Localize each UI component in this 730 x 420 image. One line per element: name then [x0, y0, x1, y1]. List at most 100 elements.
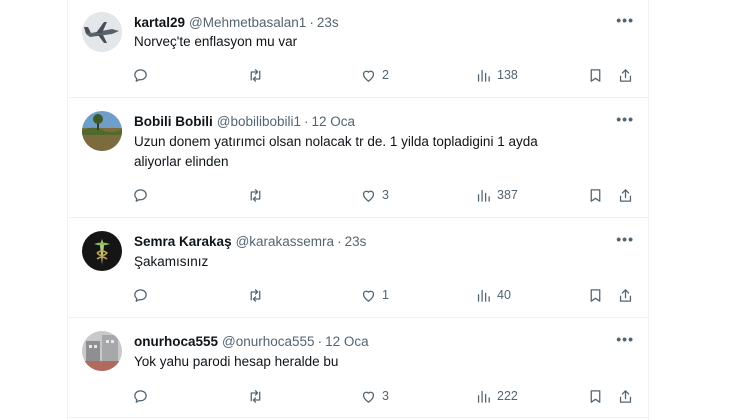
like-count: 1 — [382, 288, 389, 302]
like-count: 3 — [382, 188, 389, 202]
like-button[interactable]: 2 — [360, 63, 389, 87]
views-count: 138 — [497, 68, 518, 82]
timestamp[interactable]: 12 Oca — [325, 334, 369, 349]
tweet-item[interactable]: Bobili Bobili @bobilibobili1 · 12 Oca ••… — [68, 98, 648, 218]
retweet-button[interactable] — [247, 384, 269, 408]
tweet-header: onurhoca555 @onurhoca555 · 12 Oca ••• — [134, 331, 634, 351]
tweet-actions: 3 387 — [132, 183, 636, 207]
heart-icon — [362, 290, 375, 302]
avatar-image-landscape — [82, 111, 122, 151]
reply-button[interactable] — [132, 384, 154, 408]
bookmark-button[interactable] — [587, 384, 604, 408]
avatar-image-jet — [82, 12, 122, 52]
avatar-image-building — [82, 331, 122, 371]
more-options-icon[interactable]: ••• — [616, 111, 634, 127]
tweet-header: kartal29 @Mehmetbasalan1 · 23s ••• — [134, 12, 634, 32]
tweet-item[interactable]: Semra Karakaş @karakassemra · 23s ••• Şa… — [68, 218, 648, 318]
tweet-text-line: Uzun donem yatırımci olsan nolacak tr de… — [134, 134, 538, 149]
display-name[interactable]: onurhoca555 — [134, 334, 218, 349]
heart-icon — [362, 190, 375, 202]
more-options-icon[interactable]: ••• — [616, 331, 634, 347]
heart-icon — [362, 391, 375, 403]
reply-button[interactable] — [132, 283, 154, 307]
bookmark-button[interactable] — [587, 63, 604, 87]
display-name[interactable]: Bobili Bobili — [134, 114, 213, 129]
share-icon — [619, 68, 632, 82]
user-handle[interactable]: @Mehmetbasalan1 — [189, 15, 306, 30]
display-name[interactable]: Semra Karakaş — [134, 234, 232, 249]
share-icon — [619, 288, 632, 302]
retweet-icon — [250, 188, 261, 202]
share-button[interactable] — [617, 384, 634, 408]
tweet-text: Yok yahu parodi hesap heralde bu — [134, 352, 624, 372]
reply-icon — [134, 188, 147, 202]
user-handle[interactable]: @onurhoca555 — [222, 334, 315, 349]
retweet-button[interactable] — [247, 183, 269, 207]
tweet-text: Norveç'te enflasyon mu var — [134, 32, 624, 52]
views-button[interactable]: 222 — [475, 384, 518, 408]
bookmark-icon — [590, 188, 601, 202]
separator-dot: · — [304, 113, 309, 129]
like-count: 3 — [382, 389, 389, 403]
avatar[interactable] — [82, 331, 122, 371]
reply-icon — [134, 288, 147, 302]
bookmark-button[interactable] — [587, 283, 604, 307]
retweet-button[interactable] — [247, 63, 269, 87]
heart-icon — [362, 70, 375, 82]
views-count: 222 — [497, 389, 518, 403]
bookmark-icon — [590, 389, 601, 403]
views-count: 40 — [497, 288, 511, 302]
tweet-text-line: Yok yahu parodi hesap heralde bu — [134, 354, 339, 369]
tweet-text: Uzun donem yatırımci olsan nolacak tr de… — [134, 132, 624, 172]
tweet-actions: 2 138 — [132, 63, 636, 87]
tweet-text: Şakamısınız — [134, 252, 624, 272]
reply-icon — [134, 68, 147, 82]
timestamp[interactable]: 12 Oca — [312, 114, 356, 129]
tweet-item[interactable]: onurhoca555 @onurhoca555 · 12 Oca ••• Yo… — [68, 318, 648, 418]
tweet-item[interactable]: kartal29 @Mehmetbasalan1 · 23s ••• Norve… — [68, 0, 648, 98]
like-button[interactable]: 3 — [360, 384, 389, 408]
share-button[interactable] — [617, 63, 634, 87]
views-button[interactable]: 387 — [475, 183, 518, 207]
tweet-header: Semra Karakaş @karakassemra · 23s ••• — [134, 231, 634, 251]
tweet-text-line: Norveç'te enflasyon mu var — [134, 34, 298, 49]
timestamp[interactable]: 23s — [317, 15, 339, 30]
avatar[interactable] — [82, 12, 122, 52]
separator-dot: · — [337, 233, 342, 249]
retweet-button[interactable] — [247, 283, 269, 307]
bookmark-button[interactable] — [587, 183, 604, 207]
like-button[interactable]: 3 — [360, 183, 389, 207]
avatar[interactable] — [82, 111, 122, 151]
views-button[interactable]: 138 — [475, 63, 518, 87]
bookmark-icon — [590, 68, 601, 82]
separator-dot: · — [309, 14, 314, 30]
like-button[interactable]: 1 — [360, 283, 389, 307]
views-icon — [477, 390, 490, 403]
bookmark-icon — [590, 288, 601, 302]
reply-button[interactable] — [132, 183, 154, 207]
reply-feed: kartal29 @Mehmetbasalan1 · 23s ••• Norve… — [67, 0, 649, 420]
avatar[interactable] — [82, 231, 122, 271]
timestamp[interactable]: 23s — [345, 234, 367, 249]
tweet-actions: 1 40 — [132, 283, 636, 307]
user-handle[interactable]: @bobilibobili1 — [217, 114, 301, 129]
separator-dot: · — [317, 333, 323, 349]
tweet-actions: 3 222 — [132, 384, 636, 408]
retweet-icon — [250, 68, 261, 82]
share-button[interactable] — [617, 183, 634, 207]
share-button[interactable] — [617, 283, 634, 307]
reply-button[interactable] — [132, 63, 154, 87]
views-icon — [477, 189, 490, 202]
more-options-icon[interactable]: ••• — [616, 12, 634, 28]
more-options-icon[interactable]: ••• — [616, 231, 634, 247]
avatar-image-symbol — [82, 231, 122, 271]
share-icon — [619, 188, 632, 202]
views-icon — [477, 289, 490, 302]
display-name[interactable]: kartal29 — [134, 15, 185, 30]
views-icon — [477, 69, 490, 82]
reply-icon — [134, 389, 147, 403]
user-handle[interactable]: @karakassemra — [236, 234, 334, 249]
views-count: 387 — [497, 188, 518, 202]
views-button[interactable]: 40 — [475, 283, 511, 307]
tweet-text-line: Şakamısınız — [134, 254, 209, 269]
